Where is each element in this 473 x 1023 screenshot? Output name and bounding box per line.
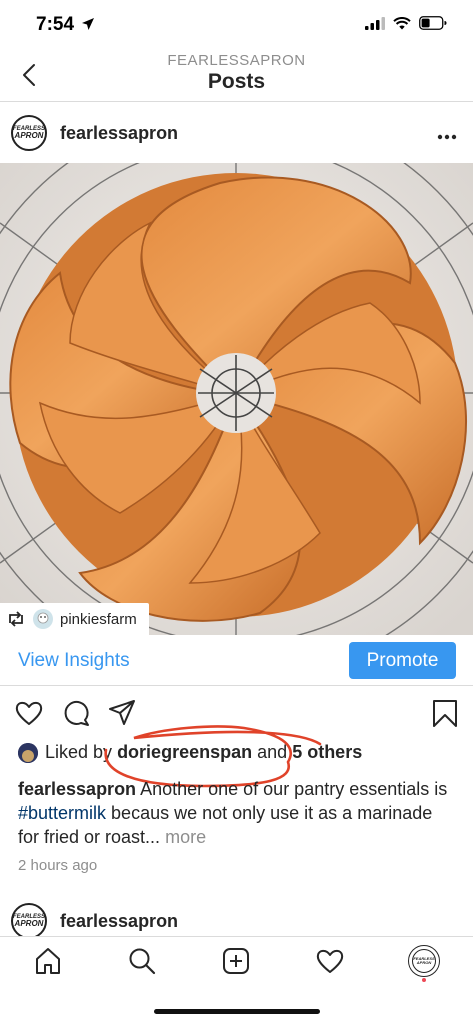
heart-icon	[15, 701, 43, 725]
caption-more-link[interactable]: more	[165, 827, 206, 847]
like-button[interactable]	[14, 698, 44, 728]
caption-author[interactable]: fearlessapron	[18, 779, 136, 799]
first-liker[interactable]: doriegreenspan	[117, 742, 252, 763]
battery-icon	[419, 16, 447, 30]
tab-search[interactable]	[126, 945, 158, 977]
wifi-icon	[393, 16, 411, 29]
share-button[interactable]	[107, 698, 137, 728]
more-options-button[interactable]	[437, 123, 457, 146]
status-time: 7:54	[36, 14, 95, 36]
post-timestamp: 2 hours ago	[18, 857, 98, 874]
save-button[interactable]	[430, 698, 460, 728]
post-actions	[0, 694, 473, 734]
bundt-cake-image	[0, 163, 473, 635]
repost-username: pinkiesfarm	[60, 610, 137, 628]
home-indicator	[154, 1009, 320, 1014]
likes-summary[interactable]: Liked by doriegreenspan and 5 others	[18, 742, 463, 763]
next-post-username[interactable]: fearlessapron	[60, 911, 178, 932]
post-image[interactable]: pinkiesfarm	[0, 163, 473, 635]
tab-home[interactable]	[32, 945, 64, 977]
nav-header: FEARLESSAPRON Posts	[0, 50, 473, 102]
status-bar: 7:54	[0, 0, 473, 50]
comment-icon	[64, 700, 89, 726]
comment-button[interactable]	[61, 698, 91, 728]
activity-heart-icon	[316, 949, 344, 973]
home-icon	[36, 948, 60, 974]
tab-profile[interactable]: FEARLESS APRON	[408, 945, 440, 977]
bottom-tab-bar: FEARLESS APRON	[0, 936, 473, 986]
send-icon	[109, 700, 135, 725]
post-caption: fearlessapron Another one of our pantry …	[18, 779, 448, 847]
page-title: Posts	[207, 70, 266, 93]
repost-avatar-icon	[33, 609, 53, 629]
ellipsis-icon	[437, 134, 457, 140]
post-username[interactable]: fearlessapron	[60, 123, 178, 144]
search-icon	[129, 948, 156, 975]
insights-row: View Insights Promote	[0, 636, 473, 686]
signal-icon	[365, 16, 385, 30]
liker-avatar	[18, 742, 38, 763]
likes-others[interactable]: 5 others	[292, 742, 362, 763]
avatar[interactable]: FEARLESS APRON	[11, 115, 47, 151]
add-post-icon	[223, 948, 249, 974]
location-arrow-icon	[82, 18, 95, 30]
tab-activity[interactable]	[314, 945, 346, 977]
repost-icon	[9, 611, 23, 627]
promote-button[interactable]: Promote	[349, 642, 456, 679]
notification-dot	[422, 978, 426, 982]
hashtag-link[interactable]: #buttermilk	[18, 803, 106, 823]
account-name: FEARLESSAPRON	[167, 52, 306, 69]
post-header: FEARLESS APRON fearlessapron	[0, 103, 473, 163]
view-insights-link[interactable]: View Insights	[18, 650, 130, 672]
bookmark-icon	[433, 700, 457, 727]
repost-attribution[interactable]: pinkiesfarm	[0, 603, 149, 635]
profile-icon: FEARLESS APRON	[412, 949, 436, 973]
tab-new-post[interactable]	[220, 945, 252, 977]
avatar[interactable]: FEARLESS APRON	[11, 903, 47, 939]
